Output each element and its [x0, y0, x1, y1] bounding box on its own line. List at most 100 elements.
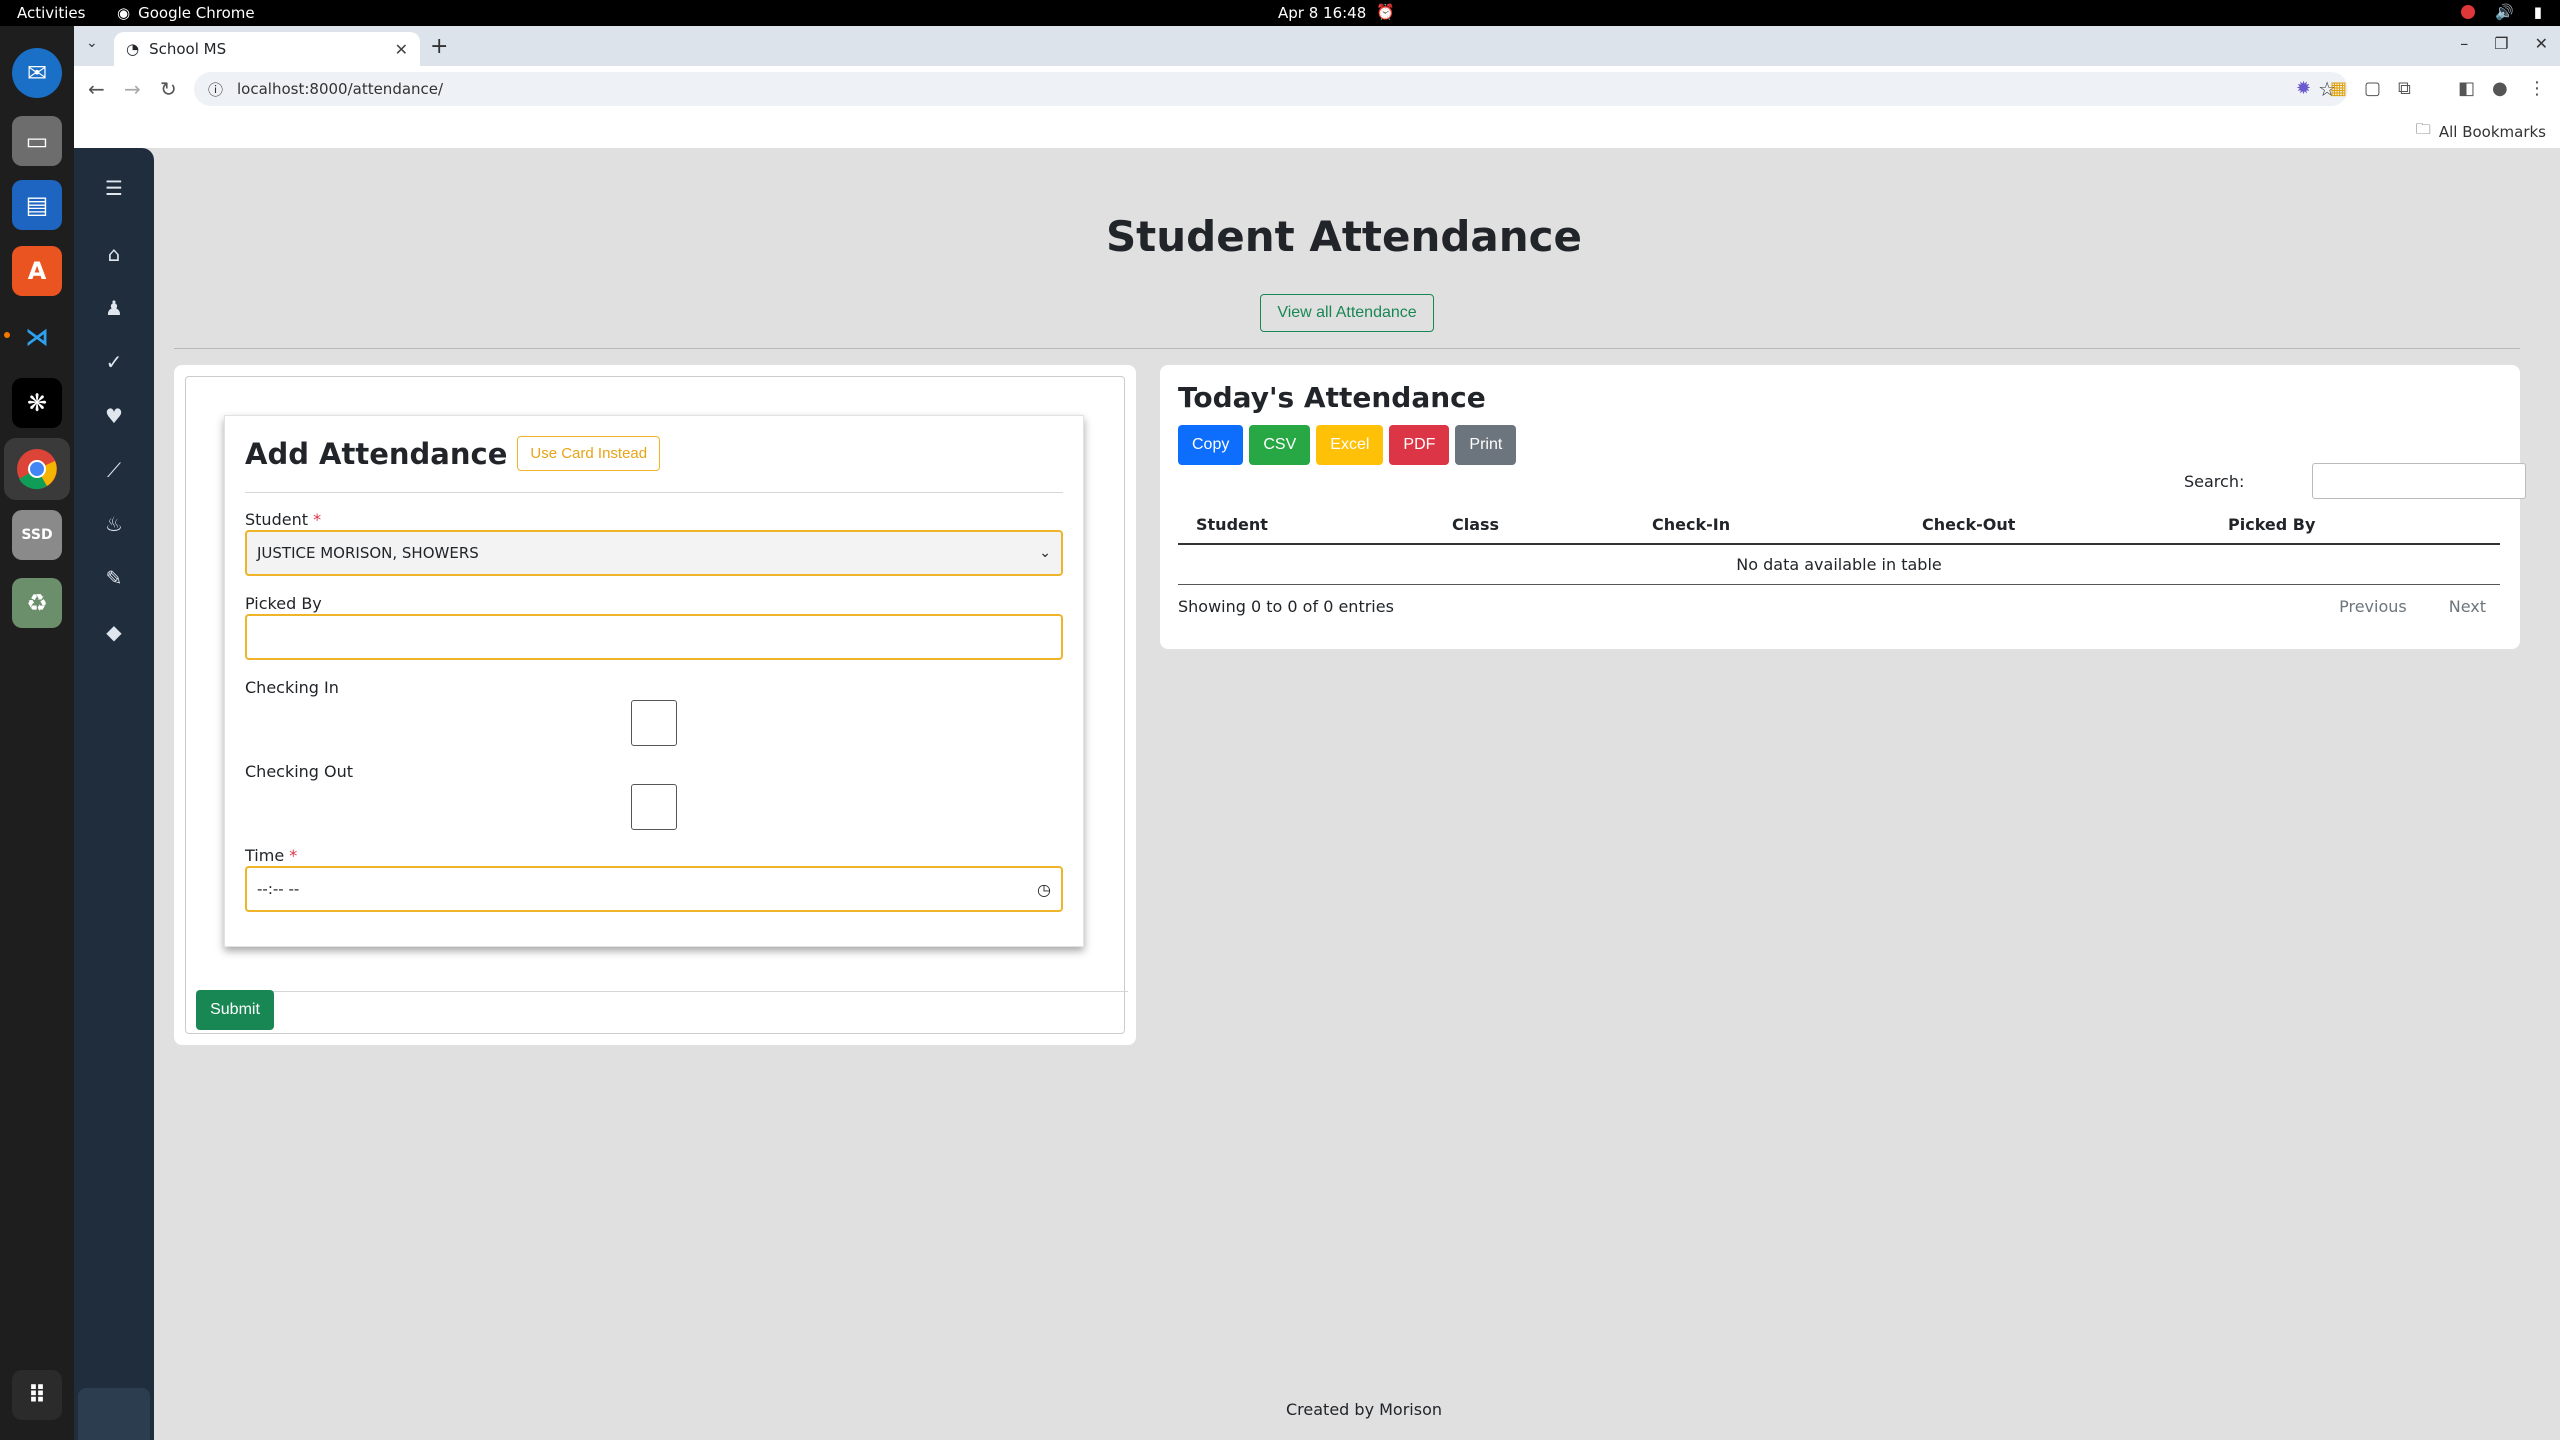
form-panel: Add Attendance Use Card Instead Student … [224, 415, 1084, 947]
todays-attendance-title: Today's Attendance [1178, 381, 1486, 414]
alarm-icon: ⏰ [1376, 3, 1395, 21]
forward-icon[interactable]: → [124, 77, 141, 101]
column-header[interactable]: Picked By [2228, 515, 2315, 534]
menu-icon[interactable]: ☰ [100, 174, 128, 202]
side-panel-icon[interactable]: ◧ [2458, 78, 2475, 99]
table-info: Showing 0 to 0 of 0 entries [1178, 597, 1394, 616]
gem-icon[interactable]: ◆ [100, 618, 128, 646]
extension-icon[interactable]: ✹ [2296, 78, 2311, 99]
search-input[interactable] [2312, 463, 2526, 499]
excel-button[interactable]: Excel [1316, 425, 1384, 465]
folder-icon: 🗀 [2415, 120, 2431, 138]
pencil-icon[interactable]: ✎ [100, 564, 128, 592]
writer-icon[interactable]: ▤ [12, 180, 62, 230]
trash-icon[interactable]: ♻ [12, 578, 62, 628]
vscode-icon[interactable]: ⋊ [12, 312, 62, 362]
column-header[interactable]: Check-In [1652, 515, 1730, 534]
todays-attendance-card: Today's Attendance Copy CSV Excel PDF Pr… [1160, 365, 2526, 649]
do-not-disturb-icon [2461, 5, 2476, 19]
previous-page-button[interactable]: Previous [2339, 597, 2407, 616]
pagination: Previous Next [2339, 597, 2486, 616]
form-title-row: Add Attendance Use Card Instead [245, 436, 661, 471]
close-tab-icon[interactable]: ✕ [395, 40, 408, 59]
sidebar-nav: ☰ ⌂ ♟ ✓ ♥ ⟋ ♨ ✎ ◆ [74, 148, 154, 1440]
pdf-button[interactable]: PDF [1389, 425, 1450, 465]
checking-out-checkbox[interactable] [631, 784, 677, 830]
student-select[interactable]: JUSTICE MORISON, SHOWERS ⌄ [245, 530, 1063, 576]
close-window-icon[interactable]: ✕ [2535, 34, 2548, 53]
divider [174, 348, 2520, 349]
search-label: Search: [2184, 472, 2245, 491]
all-bookmarks-button[interactable]: 🗀 All Bookmarks [2416, 119, 2546, 144]
menu-kebab-icon[interactable]: ⋮ [2528, 78, 2546, 99]
use-card-instead-button[interactable]: Use Card Instead [517, 436, 661, 471]
time-label: Time * [245, 846, 297, 865]
clock[interactable]: Apr 8 16:48 [1278, 4, 1366, 22]
app-menu[interactable]: ◉ Google Chrome [117, 4, 255, 22]
url-text: localhost:8000/attendance/ [237, 80, 444, 98]
student-label: Student * [245, 510, 321, 529]
app-grid-icon[interactable]: ⠿ [12, 1370, 62, 1420]
reload-icon[interactable]: ↻ [160, 77, 177, 101]
extension-color-icon[interactable]: ▦ [2330, 78, 2347, 99]
csv-button[interactable]: CSV [1249, 425, 1311, 465]
picked-by-input[interactable] [245, 614, 1063, 660]
site-info-icon[interactable]: ⓘ [208, 79, 223, 100]
heart-icon[interactable]: ♥ [100, 402, 128, 430]
minimize-icon[interactable]: – [2460, 34, 2468, 53]
all-bookmarks-label: All Bookmarks [2438, 122, 2546, 141]
page-title: Student Attendance [1105, 212, 1583, 261]
view-all-attendance-button[interactable]: View all Attendance [1260, 294, 1434, 332]
restore-icon[interactable]: ❐ [2494, 34, 2508, 53]
activities-button[interactable]: Activities [17, 4, 85, 22]
fire-icon[interactable]: ♨ [100, 510, 128, 538]
tab-school-ms[interactable]: ◔ School MS ✕ [114, 32, 420, 66]
student-label-text: Student [245, 510, 308, 529]
time-input[interactable]: --:-- -- ◷ [245, 866, 1063, 912]
required-mark: * [289, 846, 298, 865]
extensions-puzzle-icon[interactable]: ⧉ [2398, 78, 2411, 99]
new-tab-icon[interactable]: + [430, 34, 448, 59]
clock-icon[interactable]: ◷ [1037, 880, 1051, 899]
app-center-icon[interactable]: A [12, 246, 62, 296]
footer: Created by Morison [1286, 1400, 1442, 1419]
column-header[interactable]: Student [1196, 515, 1268, 534]
chrome-icon[interactable] [12, 444, 62, 494]
student-select-value: JUSTICE MORISON, SHOWERS [257, 544, 479, 562]
ssd-drive-icon[interactable]: SSD [12, 510, 62, 560]
chevron-down-icon: ⌄ [1039, 545, 1051, 561]
tab-search-icon[interactable]: ⌄ [86, 35, 98, 51]
print-button[interactable]: Print [1455, 425, 1517, 465]
add-attendance-card: Add Attendance Use Card Instead Student … [174, 365, 1136, 1045]
checking-in-checkbox[interactable] [631, 700, 677, 746]
submit-button[interactable]: Submit [196, 990, 274, 1030]
form-title: Add Attendance [245, 436, 508, 471]
submit-divider [206, 991, 1128, 992]
form-border: Add Attendance Use Card Instead Student … [185, 376, 1128, 1034]
extension-blank-icon[interactable]: ▢ [2364, 78, 2381, 99]
files-icon[interactable]: ▭ [12, 116, 62, 166]
user-graduate-icon[interactable]: ♟ [100, 294, 128, 322]
thunderbird-icon[interactable]: ✉ [12, 48, 62, 98]
chart-line-icon[interactable]: ⟋ [100, 456, 128, 484]
next-page-button[interactable]: Next [2449, 597, 2486, 616]
export-buttons: Copy CSV Excel PDF Print [1178, 425, 1517, 465]
form-divider [245, 492, 1063, 493]
tab-title: School MS [149, 40, 227, 58]
address-bar[interactable]: ⓘ localhost:8000/attendance/ ☆ [194, 72, 2348, 106]
bookmarks-bar: 🗀 All Bookmarks [74, 112, 2560, 148]
column-header[interactable]: Check-Out [1922, 515, 2015, 534]
check-icon[interactable]: ✓ [100, 348, 128, 376]
required-mark: * [313, 510, 322, 529]
table-header: Student Class Check-In Check-Out Picked … [1178, 505, 2500, 545]
system-tray[interactable]: 🔊 ▮ [2461, 3, 2542, 21]
column-header[interactable]: Class [1452, 515, 1499, 534]
profile-icon[interactable]: ● [2492, 78, 2508, 99]
running-indicator [4, 332, 10, 338]
copy-button[interactable]: Copy [1178, 425, 1244, 465]
attendance-table: Student Class Check-In Check-Out Picked … [1178, 505, 2500, 585]
time-input-value: --:-- -- [257, 880, 300, 898]
chatgpt-icon[interactable]: ❋ [12, 378, 62, 428]
checking-in-label: Checking In [245, 678, 339, 697]
back-icon[interactable]: ← [88, 77, 105, 101]
